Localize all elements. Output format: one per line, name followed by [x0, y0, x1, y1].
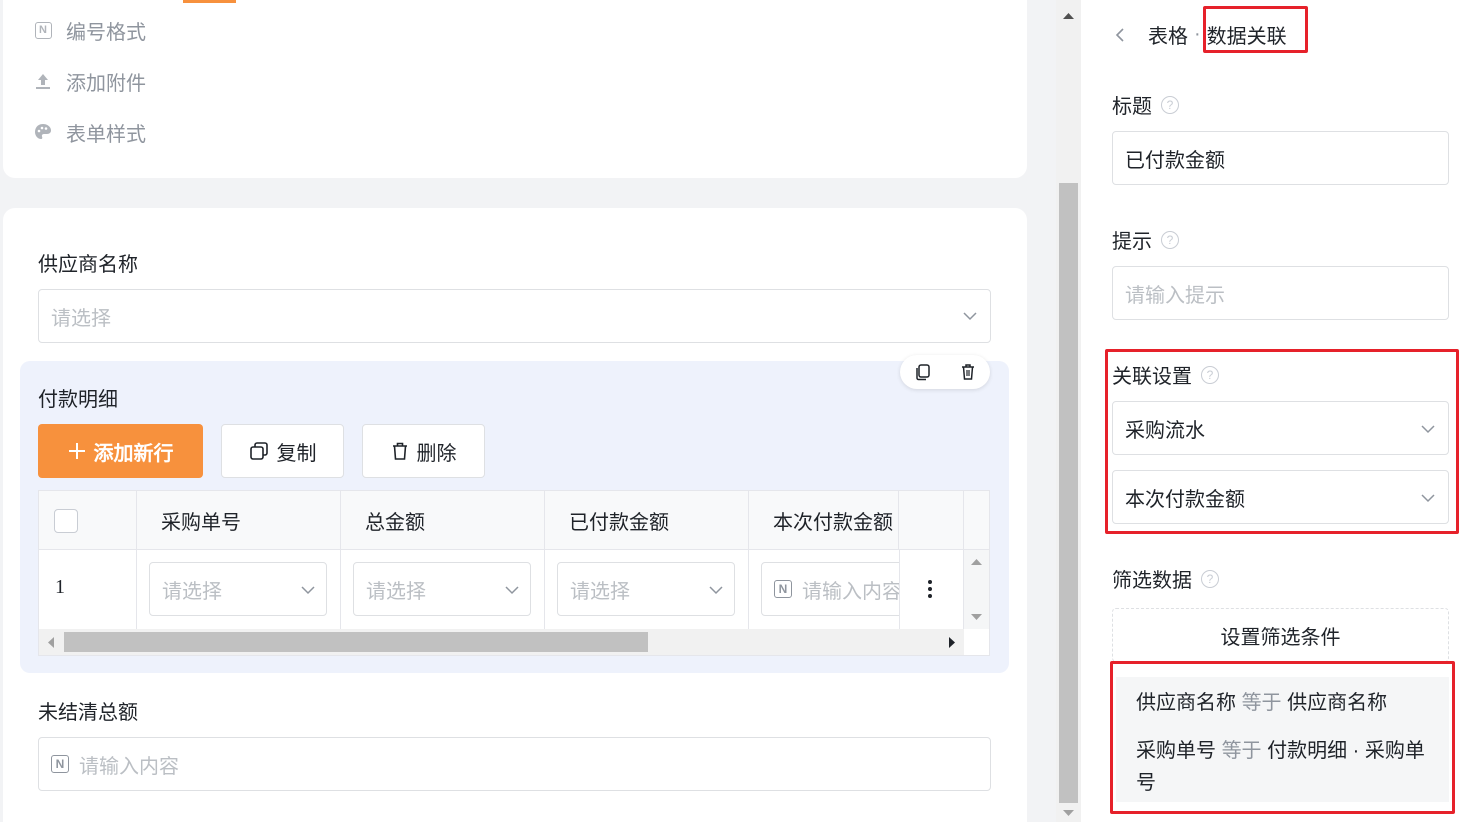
- cell-placeholder: 请选择: [162, 580, 222, 603]
- help-icon[interactable]: ?: [1161, 230, 1179, 249]
- table-cell: 请选择: [341, 550, 545, 629]
- menu-item-number-format[interactable]: N 编号格式: [33, 15, 146, 45]
- scroll-right-icon[interactable]: [948, 637, 956, 648]
- supplier-select[interactable]: 请选择: [38, 289, 991, 343]
- select-all-checkbox[interactable]: [54, 509, 78, 533]
- help-icon[interactable]: ?: [1201, 569, 1219, 588]
- delete-button[interactable]: 删除: [362, 424, 485, 478]
- table-cell: 请选择: [137, 550, 341, 629]
- number-icon: N: [33, 20, 53, 40]
- breadcrumb-separator: ·: [1194, 23, 1201, 45]
- cell-placeholder: 请选择: [366, 580, 426, 603]
- number-icon: N: [774, 580, 792, 598]
- subtable-title: 付款明细: [38, 389, 118, 411]
- row-index: 1: [55, 576, 65, 598]
- title-label-text: 标题: [1112, 96, 1152, 118]
- hint-label: 提示 ?: [1112, 225, 1179, 254]
- hint-placeholder: 请输入提示: [1125, 284, 1225, 307]
- grid-vertical-scrollbar[interactable]: [964, 550, 989, 629]
- scroll-up-icon[interactable]: [1063, 12, 1074, 20]
- add-row-label: 添加新行: [93, 442, 174, 465]
- total-amount-select[interactable]: 请选择: [353, 562, 531, 616]
- number-icon: N: [51, 755, 69, 773]
- title-value: 已付款金额: [1125, 149, 1225, 172]
- highlight-box: [1105, 349, 1459, 534]
- breadcrumb-parent[interactable]: 表格: [1148, 20, 1188, 49]
- trash-icon: [391, 441, 409, 461]
- scroll-down-icon[interactable]: [971, 613, 982, 621]
- cell-placeholder: 请输入内容: [802, 580, 899, 603]
- chevron-down-icon: [963, 312, 977, 321]
- title-input[interactable]: 已付款金额: [1112, 131, 1449, 185]
- add-row-button[interactable]: 添加新行: [38, 424, 203, 478]
- hint-input[interactable]: 请输入提示: [1112, 266, 1449, 320]
- subtable-grid: 采购单号 总金额 已付款金额 本次付款金额 1 请选择 请选择 请选择 N 请输…: [38, 490, 990, 656]
- header-select-all: [39, 491, 137, 550]
- back-icon[interactable]: [1114, 27, 1126, 43]
- set-filter-label: 设置筛选条件: [1220, 626, 1341, 649]
- column-header: 采购单号: [137, 491, 341, 550]
- column-header: 本次付款金额: [749, 491, 899, 550]
- unpaid-label: 未结清总额: [38, 702, 138, 724]
- copy-icon[interactable]: [914, 363, 932, 381]
- chevron-down-icon: [301, 586, 315, 595]
- paid-amount-select[interactable]: 请选择: [557, 562, 735, 616]
- menu-item-label: 编号格式: [66, 21, 146, 44]
- active-tab-indicator: [183, 0, 236, 3]
- table-cell: N 请输入内容: [749, 550, 899, 629]
- scroll-left-icon[interactable]: [47, 637, 55, 648]
- header-scroll-gap: [964, 491, 989, 550]
- filter-label: 筛选数据 ?: [1112, 564, 1219, 593]
- upload-icon: [33, 71, 53, 91]
- row-actions-cell: [899, 550, 964, 629]
- palette-icon: [33, 122, 53, 142]
- horizontal-scroll-thumb[interactable]: [64, 632, 648, 652]
- chevron-down-icon: [709, 586, 723, 595]
- plus-icon: [68, 442, 86, 460]
- menu-item-label: 添加附件: [66, 72, 146, 95]
- supplier-placeholder: 请选择: [51, 307, 111, 330]
- supplier-label: 供应商名称: [38, 254, 138, 276]
- unpaid-input[interactable]: N 请输入内容: [38, 737, 991, 791]
- row-index-cell: 1: [39, 550, 137, 629]
- more-icon[interactable]: [927, 579, 933, 599]
- form-designer-canvas: N 编号格式 添加附件 表单样式 供应商名称 请选择 付款明细 添加新行 复制 …: [0, 0, 1056, 822]
- chevron-down-icon: [505, 586, 519, 595]
- highlight-box: [1203, 6, 1308, 53]
- highlight-box: [1110, 661, 1455, 814]
- copy-icon: [249, 441, 269, 461]
- help-icon[interactable]: ?: [1161, 95, 1179, 114]
- filter-label-text: 筛选数据: [1112, 570, 1192, 592]
- column-header: 已付款金额: [545, 491, 749, 550]
- unpaid-placeholder: 请输入内容: [79, 755, 179, 778]
- hint-label-text: 提示: [1112, 231, 1152, 253]
- table-cell: 请选择: [545, 550, 749, 629]
- copy-button[interactable]: 复制: [221, 424, 344, 478]
- header-actions: [899, 491, 964, 550]
- menu-item-form-style[interactable]: 表单样式: [33, 117, 146, 147]
- column-header: 总金额: [341, 491, 545, 550]
- trash-icon[interactable]: [959, 363, 977, 381]
- title-label: 标题 ?: [1112, 90, 1179, 119]
- menu-item-label: 表单样式: [66, 123, 146, 146]
- subtable-tools: [900, 355, 990, 389]
- grid-horizontal-scrollbar[interactable]: [39, 629, 964, 655]
- properties-panel: 表格 · 数据关联 标题 ? 已付款金额 提示 ? 请输入提示 关联设置 ? 采…: [1081, 0, 1479, 822]
- cell-placeholder: 请选择: [570, 580, 630, 603]
- set-filter-button[interactable]: 设置筛选条件: [1112, 608, 1449, 662]
- scroll-down-icon[interactable]: [1063, 809, 1074, 817]
- scroll-up-icon[interactable]: [971, 558, 982, 566]
- settings-menu-card: N 编号格式 添加附件 表单样式: [3, 0, 1027, 178]
- copy-label: 复制: [276, 442, 317, 465]
- current-payment-input[interactable]: N 请输入内容: [761, 562, 899, 616]
- delete-label: 删除: [416, 442, 457, 465]
- menu-item-attachment[interactable]: 添加附件: [33, 66, 146, 96]
- page-scroll-thumb[interactable]: [1059, 183, 1078, 803]
- page-scrollbar[interactable]: [1056, 0, 1081, 822]
- order-no-select[interactable]: 请选择: [149, 562, 327, 616]
